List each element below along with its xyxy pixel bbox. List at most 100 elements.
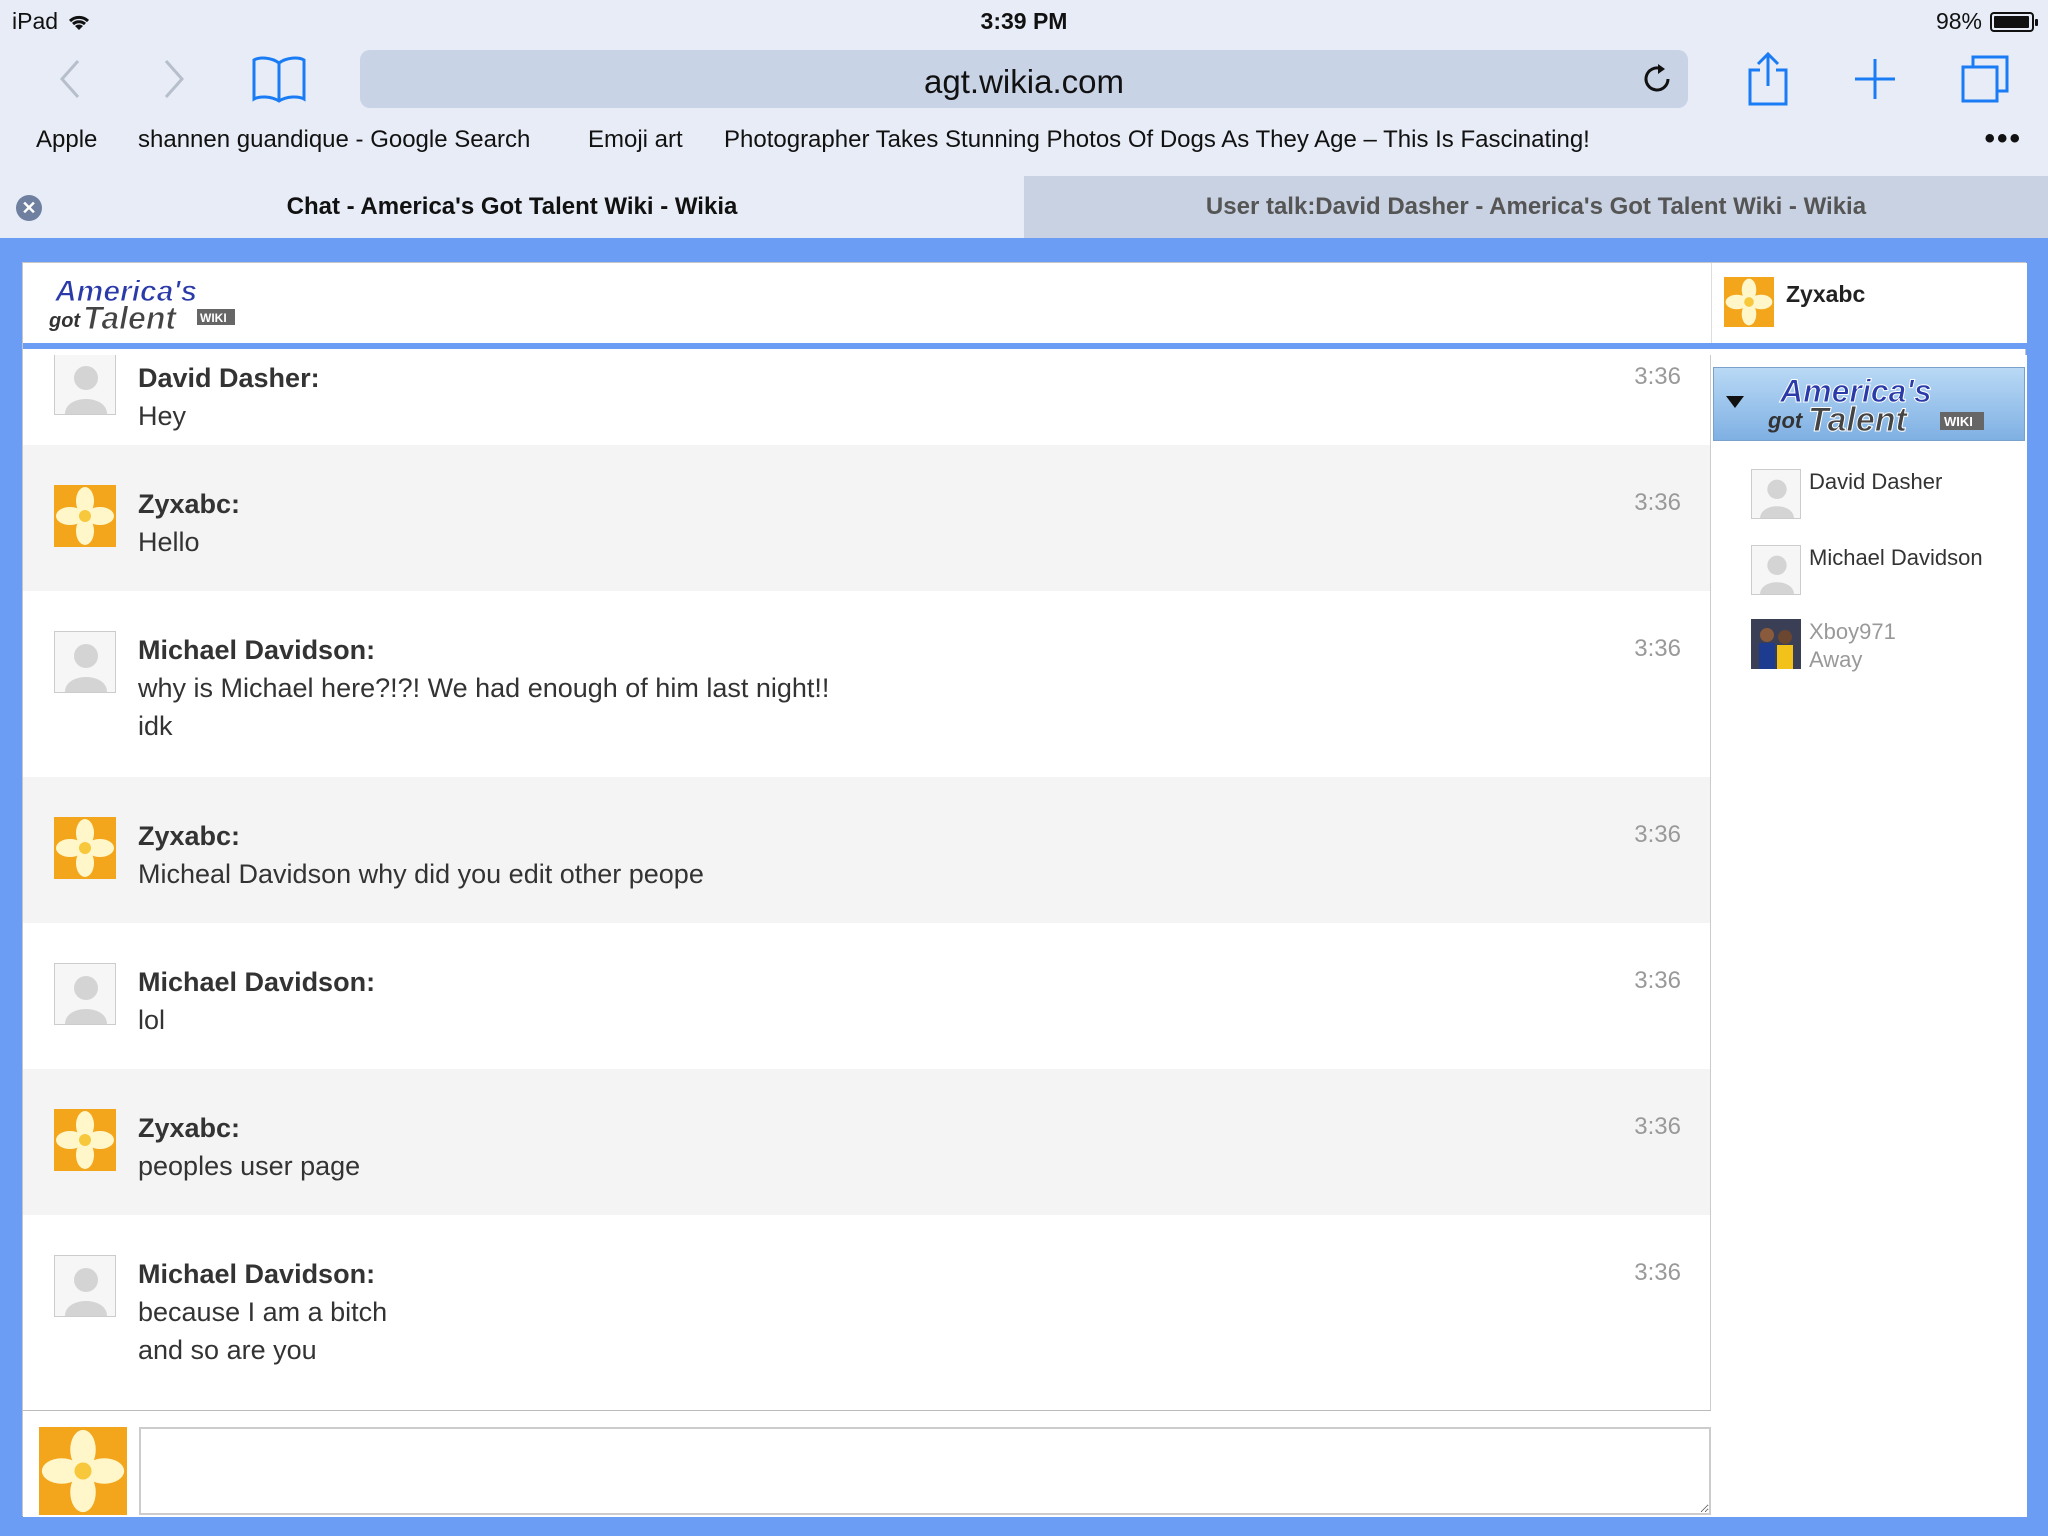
svg-text:got: got (1767, 408, 1804, 433)
book-icon (252, 56, 306, 103)
user-name: Xboy971 (1809, 619, 1896, 644)
chat-message: Michael Davidson: why is Michael here?!?… (23, 591, 1710, 777)
user-list-item[interactable]: Michael Davidson (1751, 545, 2021, 601)
message-author[interactable]: Michael Davidson: (138, 1259, 375, 1290)
tabs-icon (1961, 55, 2009, 103)
browser-chrome: iPad 3:39 PM 98% agt.wikia.com Apple sha… (0, 0, 2048, 238)
svg-text:Talent: Talent (83, 300, 177, 335)
status-bar: iPad 3:39 PM 98% (0, 0, 2048, 40)
url-text: agt.wikia.com (924, 63, 1124, 100)
message-time: 3:36 (1634, 967, 1681, 994)
message-author[interactable]: Michael Davidson: (138, 967, 375, 998)
message-author[interactable]: Zyxabc: (138, 489, 240, 520)
user-avatar[interactable] (54, 355, 116, 415)
message-compose (23, 1411, 1711, 1517)
close-tab-icon[interactable]: ✕ (16, 195, 42, 221)
chat-message: Michael Davidson: lol 3:36 (23, 923, 1710, 1069)
chat-message-input[interactable] (139, 1427, 1711, 1515)
chat-header: America's got Talent WIKI Zyxabc (23, 263, 2027, 349)
back-button[interactable] (40, 50, 100, 108)
user-list-item[interactable]: Xboy971 Away (1751, 619, 2021, 681)
message-text: why is Michael here?!?! We had enough of… (138, 673, 830, 703)
more-bookmarks-icon[interactable]: ••• (1984, 122, 2022, 156)
chat-message: Zyxabc: Micheal Davidson why did you edi… (23, 777, 1710, 923)
user-avatar[interactable] (54, 1109, 116, 1171)
user-list-sidebar: America's got Talent WIKI David Dasher M… (1711, 355, 2027, 1517)
message-text: Hey (138, 401, 187, 431)
message-time: 3:36 (1634, 821, 1681, 848)
current-user[interactable]: Zyxabc (1711, 263, 2027, 343)
svg-text:WIKI: WIKI (1944, 414, 1973, 429)
chevron-right-icon (164, 60, 185, 98)
user-avatar[interactable] (54, 1255, 116, 1317)
battery-percent: 98% (1935, 8, 1982, 34)
message-text: lol (138, 1005, 166, 1035)
bookmarks-button[interactable] (249, 50, 309, 108)
user-avatar (39, 1427, 127, 1515)
chevron-left-icon (59, 60, 80, 98)
user-avatar[interactable] (54, 963, 116, 1025)
svg-text:WIKI: WIKI (200, 311, 227, 325)
share-icon (1748, 52, 1788, 106)
message-author[interactable]: Michael Davidson: (138, 635, 375, 666)
message-text: idk (138, 711, 173, 741)
tab-chat[interactable]: ✕ Chat - America's Got Talent Wiki - Wik… (0, 176, 1024, 238)
share-button[interactable] (1738, 50, 1798, 108)
user-list-item[interactable]: David Dasher (1751, 469, 2021, 525)
tab-title: User talk:David Dasher - America's Got T… (1205, 193, 1867, 220)
new-tab-button[interactable] (1845, 50, 1905, 108)
message-author[interactable]: David Dasher: (138, 363, 320, 394)
battery-icon (1990, 11, 2038, 32)
safari-toolbar: agt.wikia.com (0, 40, 2048, 118)
message-text: Micheal Davidson why did you edit other … (138, 859, 704, 889)
message-list: David Dasher: Hey 3:36 Zyxabc: Hello 3:3… (23, 355, 1711, 1411)
user-avatar (1751, 469, 1801, 519)
tab-title: Chat - America's Got Talent Wiki - Wikia (286, 193, 738, 220)
user-avatar[interactable] (54, 485, 116, 547)
bookmark-apple[interactable]: Apple (36, 126, 97, 154)
message-text: peoples user page (138, 1151, 361, 1181)
message-text: Hello (138, 527, 200, 557)
message-time: 3:36 (1634, 363, 1681, 390)
chat-message: Michael Davidson: because I am a bitch a… (23, 1215, 1710, 1410)
message-time: 3:36 (1634, 489, 1681, 516)
current-user-name: Zyxabc (1786, 281, 1866, 307)
chevron-down-icon[interactable] (1726, 396, 1744, 408)
svg-text:Talent: Talent (1808, 401, 1909, 436)
message-author[interactable]: Zyxabc: (138, 1113, 240, 1144)
tab-bar: ✕ Chat - America's Got Talent Wiki - Wik… (0, 176, 2048, 238)
favorites-bar: Apple shannen guandique - Google Search … (0, 122, 2048, 164)
plus-icon (1855, 59, 1895, 99)
room-header[interactable]: America's got Talent WIKI (1713, 367, 2025, 441)
battery-fill (1994, 15, 2030, 28)
svg-text:got: got (49, 310, 81, 332)
chat-message: David Dasher: Hey 3:36 (23, 355, 1710, 445)
bookmark-google-search[interactable]: shannen guandique - Google Search (138, 126, 530, 154)
bookmark-photographer[interactable]: Photographer Takes Stunning Photos Of Do… (724, 126, 1590, 154)
user-avatar (1751, 545, 1801, 595)
chat-message: Zyxabc: peoples user page 3:36 (23, 1069, 1710, 1215)
tab-user-talk[interactable]: User talk:David Dasher - America's Got T… (1024, 176, 2048, 238)
reload-icon[interactable] (1640, 62, 1674, 96)
message-author[interactable]: Zyxabc: (138, 821, 240, 852)
user-avatar (1724, 277, 1774, 327)
message-text: because I am a bitch (138, 1297, 388, 1327)
user-avatar (1751, 619, 1801, 669)
clock: 3:39 PM (980, 8, 1068, 34)
message-time: 3:36 (1634, 1259, 1681, 1286)
forward-button[interactable] (144, 50, 204, 108)
wiki-logo[interactable]: America's got Talent WIKI (49, 273, 239, 335)
message-time: 3:36 (1634, 1113, 1681, 1140)
wiki-logo: America's got Talent WIKI (1767, 374, 1984, 436)
chat-message: Zyxabc: Hello 3:36 (23, 445, 1710, 591)
bookmark-emoji-art[interactable]: Emoji art (588, 126, 683, 154)
message-text: and so are you (138, 1335, 317, 1365)
tabs-button[interactable] (1955, 50, 2015, 108)
user-name: David Dasher (1809, 469, 1943, 494)
message-time: 3:36 (1634, 635, 1681, 662)
address-bar[interactable]: agt.wikia.com (360, 50, 1688, 108)
user-avatar[interactable] (54, 631, 116, 693)
user-avatar[interactable] (54, 817, 116, 879)
user-name: Michael Davidson (1809, 545, 1983, 570)
chat-window: America's got Talent WIKI Zyxabc David D… (22, 262, 2027, 1517)
